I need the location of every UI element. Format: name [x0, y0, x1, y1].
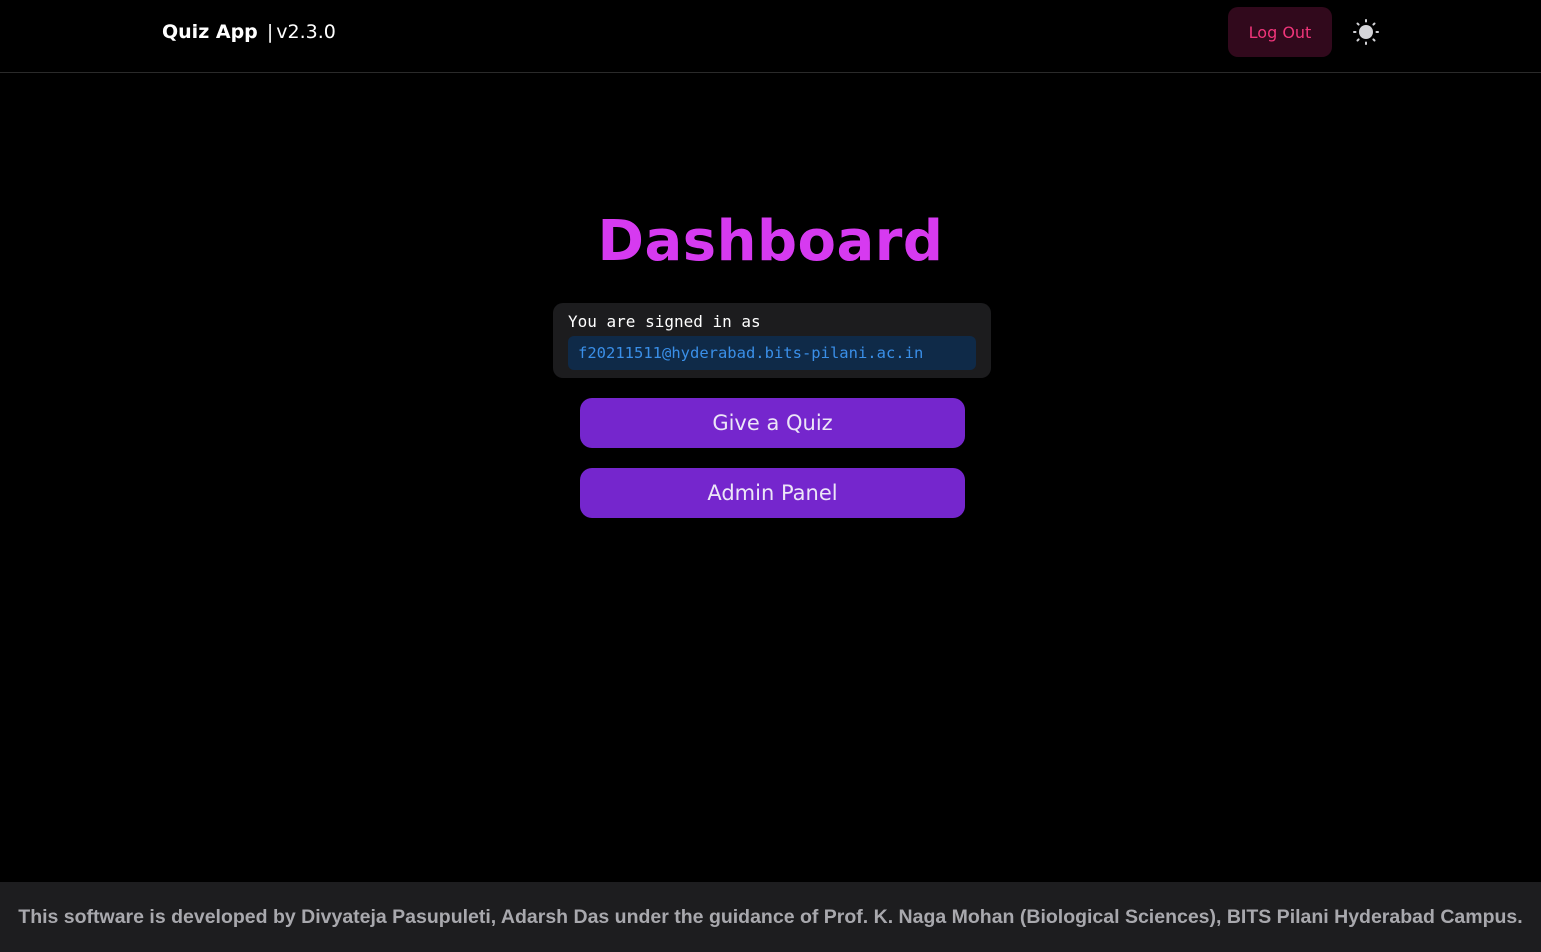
app-version: v2.3.0: [276, 21, 336, 43]
footer: This software is developed by Divyateja …: [0, 882, 1541, 952]
logout-button[interactable]: Log Out: [1228, 7, 1332, 57]
signed-in-label: You are signed in as: [568, 312, 761, 331]
footer-credits: This software is developed by Divyateja …: [18, 905, 1523, 928]
theme-toggle-button[interactable]: [1352, 18, 1380, 46]
sun-icon: [1353, 19, 1379, 45]
app-name: Quiz App: [162, 21, 258, 43]
signed-in-info-box: You are signed in as f20211511@hyderabad…: [553, 303, 991, 378]
user-email: f20211511@hyderabad.bits-pilani.ac.in: [568, 336, 976, 370]
give-quiz-button[interactable]: Give a Quiz: [580, 398, 965, 448]
admin-panel-button[interactable]: Admin Panel: [580, 468, 965, 518]
brand[interactable]: Quiz App | v2.3.0: [162, 20, 336, 44]
brand-separator: |: [266, 21, 274, 43]
page: Quiz App | v2.3.0 Log Out Dashboard You …: [0, 0, 1541, 952]
top-navbar: Quiz App | v2.3.0 Log Out: [0, 0, 1541, 73]
page-title: Dashboard: [597, 209, 944, 274]
